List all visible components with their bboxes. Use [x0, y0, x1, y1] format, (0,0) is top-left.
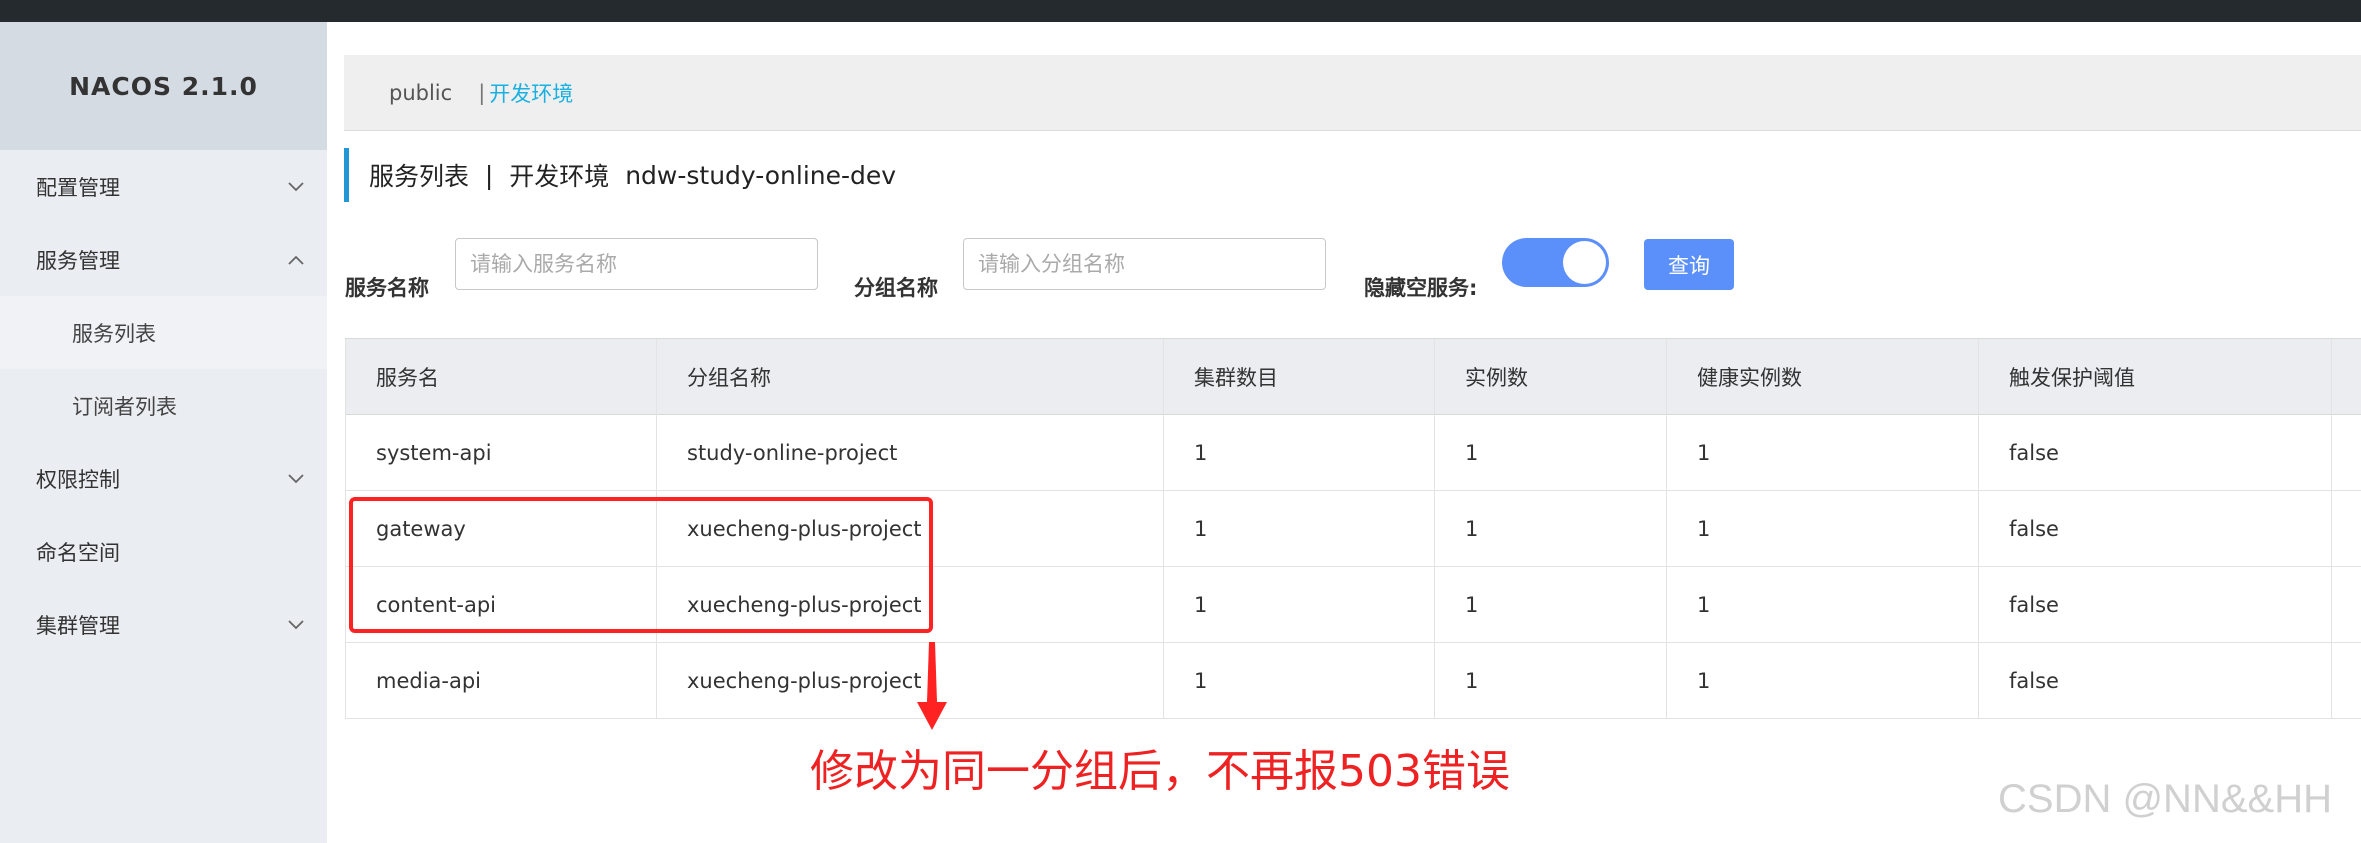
- namespace-bar: public | 开发环境: [344, 55, 2361, 131]
- page-title-separator: |: [484, 160, 494, 190]
- sidebar: NACOS 2.1.0 配置管理 服务管理 服务列表 订阅者列表 权限控制 命名…: [0, 22, 327, 843]
- sidebar-item-config-management[interactable]: 配置管理: [0, 150, 327, 223]
- cell-group-name: xuecheng-plus-project: [656, 491, 1163, 567]
- sidebar-item-service-management[interactable]: 服务管理: [0, 223, 327, 296]
- table-row: content-api xuecheng-plus-project 1 1 1 …: [345, 567, 2361, 643]
- sidebar-item-cluster-management[interactable]: 集群管理: [0, 588, 327, 661]
- cell-protect-threshold: false: [1978, 643, 2331, 719]
- sidebar-item-label: 服务列表: [72, 321, 156, 346]
- sidebar-item-label: 命名空间: [36, 540, 120, 565]
- table-row: gateway xuecheng-plus-project 1 1 1 fals…: [345, 491, 2361, 567]
- column-header-protect-threshold: 触发保护阈值: [1978, 339, 2331, 415]
- cell-service-name: system-api: [345, 415, 656, 491]
- sidebar-item-label: 配置管理: [36, 175, 120, 200]
- table-row: media-api xuecheng-plus-project 1 1 1 fa…: [345, 643, 2361, 719]
- chevron-up-icon: [285, 249, 307, 271]
- sidebar-item-service-list[interactable]: 服务列表: [0, 296, 327, 369]
- cell-instance-count: 1: [1434, 415, 1666, 491]
- top-bar: [0, 0, 2361, 22]
- sidebar-item-label: 订阅者列表: [72, 394, 177, 419]
- page-title-namespace: 开发环境: [509, 162, 610, 191]
- sidebar-item-namespace[interactable]: 命名空间: [0, 515, 327, 588]
- column-header-cluster-count: 集群数目: [1163, 339, 1434, 415]
- arrow-down-icon: [917, 642, 947, 730]
- cell-cluster-count: 1: [1163, 415, 1434, 491]
- sidebar-item-label: 服务管理: [36, 248, 120, 273]
- sidebar-item-label: 集群管理: [36, 613, 120, 638]
- sidebar-item-access-control[interactable]: 权限控制: [0, 442, 327, 515]
- cell-protect-threshold: false: [1978, 567, 2331, 643]
- query-button[interactable]: 查询: [1644, 239, 1734, 290]
- service-name-input[interactable]: [455, 238, 818, 290]
- group-name-input[interactable]: [963, 238, 1326, 290]
- cell-healthy-instance-count: 1: [1666, 415, 1978, 491]
- watermark: CSDN @NN&&HH: [1998, 777, 2332, 821]
- hide-empty-toggle[interactable]: [1502, 238, 1609, 287]
- cell-healthy-instance-count: 1: [1666, 567, 1978, 643]
- cell-service-name: gateway: [345, 491, 656, 567]
- toggle-knob: [1563, 241, 1606, 284]
- cell-healthy-instance-count: 1: [1666, 643, 1978, 719]
- page-title: 服务列表 | 开发环境 ndw-study-online-dev: [344, 148, 896, 202]
- table-header-row: 服务名 分组名称 集群数目 实例数 健康实例数 触发保护阈值: [345, 339, 2361, 415]
- table-row: system-api study-online-project 1 1 1 fa…: [345, 415, 2361, 491]
- service-name-label: 服务名称: [345, 276, 429, 300]
- column-header-service-name: 服务名: [345, 339, 656, 415]
- cell-protect-threshold: false: [1978, 491, 2331, 567]
- service-table: 服务名 分组名称 集群数目 实例数 健康实例数 触发保护阈值 system-ap…: [345, 338, 2361, 719]
- sidebar-item-label: 权限控制: [36, 467, 120, 492]
- column-header-healthy-instance-count: 健康实例数: [1666, 339, 1978, 415]
- cell-service-name: media-api: [345, 643, 656, 719]
- column-header-instance-count: 实例数: [1434, 339, 1666, 415]
- cell-cluster-count: 1: [1163, 567, 1434, 643]
- cell-instance-count: 1: [1434, 643, 1666, 719]
- column-header-group-name: 分组名称: [656, 339, 1163, 415]
- main-content: public | 开发环境 服务列表 | 开发环境 ndw-study-onli…: [327, 22, 2361, 843]
- namespace-public-link[interactable]: public: [389, 81, 452, 105]
- page-title-text: 服务列表: [369, 162, 470, 191]
- namespace-separator: |: [478, 80, 486, 105]
- sidebar-item-subscriber-list[interactable]: 订阅者列表: [0, 369, 327, 442]
- namespace-dev-link[interactable]: 开发环境: [489, 78, 573, 108]
- chevron-down-icon: [285, 614, 307, 636]
- hide-empty-label: 隐藏空服务:: [1364, 276, 1478, 300]
- chevron-down-icon: [285, 468, 307, 490]
- page-title-namespace-id: ndw-study-online-dev: [625, 160, 897, 190]
- cell-healthy-instance-count: 1: [1666, 491, 1978, 567]
- cell-group-name: study-online-project: [656, 415, 1163, 491]
- cell-cluster-count: 1: [1163, 491, 1434, 567]
- annotation-text: 修改为同一分组后，不再报503错误: [810, 746, 1510, 797]
- cell-protect-threshold: false: [1978, 415, 2331, 491]
- cell-service-name: content-api: [345, 567, 656, 643]
- chevron-down-icon: [285, 176, 307, 198]
- brand-logo: NACOS 2.1.0: [0, 22, 327, 150]
- group-name-label: 分组名称: [854, 276, 938, 300]
- cell-group-name: xuecheng-plus-project: [656, 567, 1163, 643]
- cell-instance-count: 1: [1434, 567, 1666, 643]
- cell-cluster-count: 1: [1163, 643, 1434, 719]
- cell-instance-count: 1: [1434, 491, 1666, 567]
